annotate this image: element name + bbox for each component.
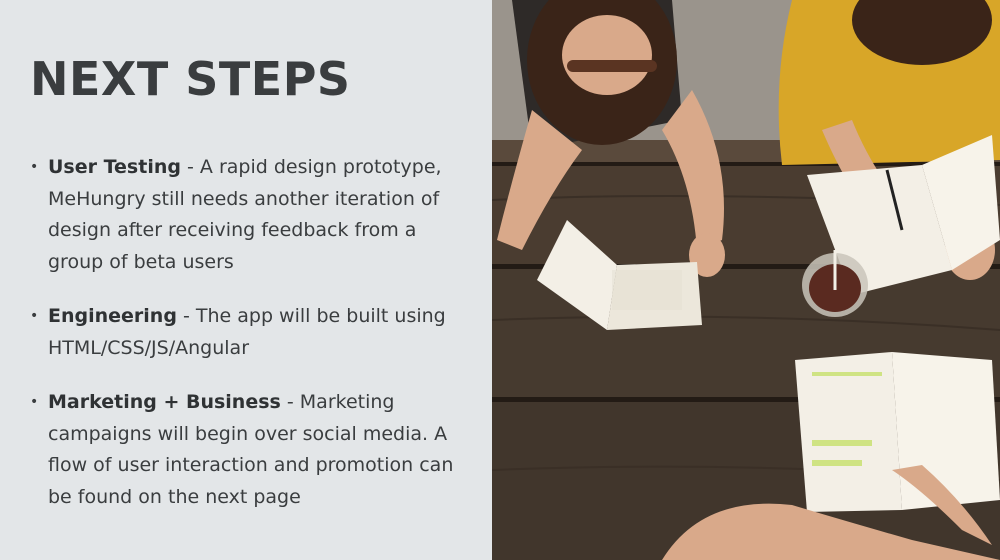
text-panel: NEXT STEPS • User Testing - A rapid desig… bbox=[0, 0, 492, 560]
slide: NEXT STEPS • User Testing - A rapid desig… bbox=[0, 0, 1000, 560]
bullet-dot-icon: • bbox=[30, 394, 39, 410]
bullet-dot-icon: • bbox=[30, 308, 39, 324]
bullet-engineering: • Engineering - The app will be built usi… bbox=[30, 301, 472, 364]
bullet-term: User Testing bbox=[48, 156, 181, 178]
bullet-term: Engineering bbox=[48, 305, 177, 327]
bullet-dot-icon: • bbox=[30, 159, 39, 175]
book-right bbox=[795, 352, 1000, 512]
bullet-list: • User Testing - A rapid design prototype… bbox=[30, 152, 472, 513]
slide-title: NEXT STEPS bbox=[30, 52, 351, 106]
bullet-user-testing: • User Testing - A rapid design prototype… bbox=[30, 152, 472, 278]
bullet-marketing: • Marketing + Business - Marketing campai… bbox=[30, 387, 472, 513]
photo-students-reading bbox=[492, 0, 1000, 560]
bullet-term: Marketing + Business bbox=[48, 391, 281, 413]
photo-illustration bbox=[492, 0, 1000, 560]
